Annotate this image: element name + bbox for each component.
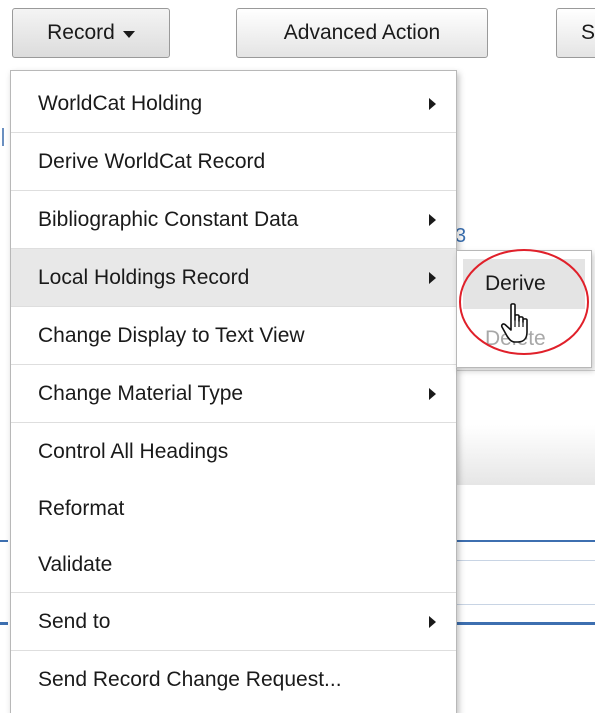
menu-item-label: WorldCat Holding xyxy=(38,91,203,115)
background-header-band xyxy=(455,425,595,485)
menu-item-label: Derive WorldCat Record xyxy=(38,149,266,173)
advanced-action-label: Advanced Action xyxy=(283,21,441,44)
menu-item-label: Send to xyxy=(38,609,111,633)
background-rule xyxy=(455,540,595,542)
chevron-right-icon xyxy=(429,387,436,400)
toolbar-button-partial-label: S xyxy=(581,21,595,44)
background-rule xyxy=(0,622,8,625)
menu-item-control-all-headings[interactable]: Control All Headings xyxy=(11,423,456,481)
menu-item-label: Send Record Change Request... xyxy=(38,668,342,691)
background-rule xyxy=(455,560,595,561)
chevron-right-icon xyxy=(429,615,436,628)
menu-item-label: Change Material Type xyxy=(38,381,244,405)
screen: 3 Record Advanced Action S WorldCat Hold… xyxy=(0,0,595,713)
menu-item-worldcat-holding[interactable]: WorldCat Holding xyxy=(11,75,456,133)
menu-item-change-display-text-view[interactable]: Change Display to Text View xyxy=(11,307,456,365)
menu-item-label: Validate xyxy=(38,552,113,576)
hand-pointer-icon xyxy=(500,303,528,343)
record-button-label: Record xyxy=(47,21,115,44)
menu-item-derive-worldcat-record[interactable]: Derive WorldCat Record xyxy=(11,133,456,191)
menu-item-reformat[interactable]: Reformat xyxy=(11,481,456,537)
menu-item-label: Local Holdings Record xyxy=(38,265,250,289)
background-divider xyxy=(455,370,595,371)
menu-item-send-record-change-request[interactable]: Send Record Change Request... xyxy=(11,651,456,709)
background-rule xyxy=(455,622,595,625)
menu-item-send-to[interactable]: Send to xyxy=(11,593,456,651)
menu-item-local-holdings-record[interactable]: Local Holdings Record xyxy=(11,249,456,307)
chevron-right-icon xyxy=(429,213,436,226)
background-left-mark xyxy=(2,128,4,146)
menu-item-label: Bibliographic Constant Data xyxy=(38,207,299,231)
menu-item-label: Reformat xyxy=(38,497,125,520)
menu-item-validate[interactable]: Validate xyxy=(11,537,456,593)
advanced-action-button[interactable]: Advanced Action xyxy=(236,8,488,58)
toolbar-button-partial[interactable]: S xyxy=(556,8,595,58)
record-menu-button[interactable]: Record xyxy=(12,8,170,58)
caret-down-icon xyxy=(122,30,135,38)
background-rule xyxy=(455,604,595,605)
chevron-right-icon xyxy=(429,271,436,284)
menu-item-bibliographic-constant-data[interactable]: Bibliographic Constant Data xyxy=(11,191,456,249)
menu-item-label: Control All Headings xyxy=(38,440,229,463)
chevron-right-icon xyxy=(429,97,436,110)
record-dropdown-menu: WorldCat Holding Derive WorldCat Record … xyxy=(10,70,457,713)
menu-item-label: Change Display to Text View xyxy=(38,323,305,347)
background-rule xyxy=(0,540,8,542)
menu-item-change-material-type[interactable]: Change Material Type xyxy=(11,365,456,423)
